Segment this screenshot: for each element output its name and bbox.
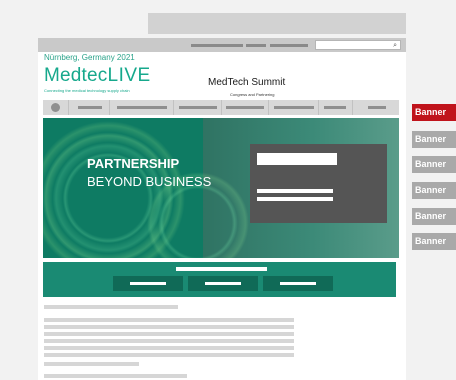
cta-button[interactable]: [263, 276, 333, 291]
nav-item[interactable]: [324, 106, 346, 109]
content-line-placeholder: [44, 332, 294, 336]
cta-button[interactable]: [113, 276, 183, 291]
nav-item[interactable]: [117, 106, 167, 109]
side-banner[interactable]: Banner: [412, 131, 456, 148]
overlay-text-placeholder: [257, 197, 333, 201]
nav-item[interactable]: [78, 106, 102, 109]
content-heading-placeholder: [44, 374, 187, 378]
content-line-placeholder: [44, 346, 294, 350]
side-banner[interactable]: Banner: [412, 104, 456, 121]
nav-item[interactable]: [179, 106, 217, 109]
utility-link[interactable]: [246, 44, 266, 47]
content-line-placeholder: [44, 325, 294, 329]
overlay-heading-placeholder: [257, 153, 337, 165]
utility-bar: ⌕: [38, 38, 406, 52]
search-input[interactable]: ⌕: [315, 40, 401, 50]
hero-info-overlay: [250, 144, 387, 223]
search-icon[interactable]: ⌕: [393, 41, 397, 50]
content-line-placeholder: [44, 318, 294, 322]
side-banner[interactable]: Banner: [412, 182, 456, 199]
main-nav: [43, 100, 399, 115]
content-line-placeholder: [44, 353, 294, 357]
side-banner[interactable]: Banner: [412, 156, 456, 173]
utility-link[interactable]: [191, 44, 243, 47]
side-banner[interactable]: Banner: [412, 208, 456, 225]
cta-button-label-placeholder: [130, 282, 166, 285]
nav-divider: [352, 100, 353, 115]
event-dateline: Nürnberg, Germany 2021: [44, 53, 135, 62]
logo-live-text: LIVE: [107, 65, 151, 86]
nav-item[interactable]: [368, 106, 386, 109]
nav-divider: [268, 100, 269, 115]
hero-title-line2: BEYOND BUSINESS: [87, 174, 212, 189]
cta-button-label-placeholder: [205, 282, 241, 285]
side-banner[interactable]: Banner: [412, 233, 456, 250]
nav-divider: [221, 100, 222, 115]
medteclive-logo[interactable]: MedtecLIVE: [44, 65, 151, 87]
nav-item[interactable]: [274, 106, 314, 109]
medteclive-tagline: Connecting the medical technology supply…: [44, 88, 130, 93]
cta-button[interactable]: [188, 276, 258, 291]
content-line-placeholder: [44, 362, 139, 366]
overlay-text-placeholder: [257, 189, 333, 193]
content-line-placeholder: [44, 339, 294, 343]
nav-divider: [109, 100, 110, 115]
utility-link[interactable]: [270, 44, 308, 47]
nav-item[interactable]: [226, 106, 264, 109]
medtech-summit-logo[interactable]: MedTech Summit: [208, 77, 285, 88]
cta-button-label-placeholder: [280, 282, 316, 285]
nav-divider: [68, 100, 69, 115]
hero-title-line1: PARTNERSHIP: [87, 156, 180, 171]
content-heading-placeholder: [44, 305, 178, 309]
home-icon[interactable]: [51, 103, 60, 112]
nav-divider: [173, 100, 174, 115]
nav-divider: [318, 100, 319, 115]
logo-main-text: Medtec: [44, 65, 108, 86]
site-header: Nürnberg, Germany 2021 MedtecLIVE Connec…: [38, 52, 406, 99]
cta-title-placeholder: [176, 267, 267, 271]
medtech-summit-tagline: Congress and Partnering: [230, 92, 275, 97]
cta-box: [43, 262, 396, 297]
hero-banner[interactable]: PARTNERSHIP BEYOND BUSINESS: [43, 118, 399, 258]
top-ad-placeholder: [148, 13, 406, 34]
